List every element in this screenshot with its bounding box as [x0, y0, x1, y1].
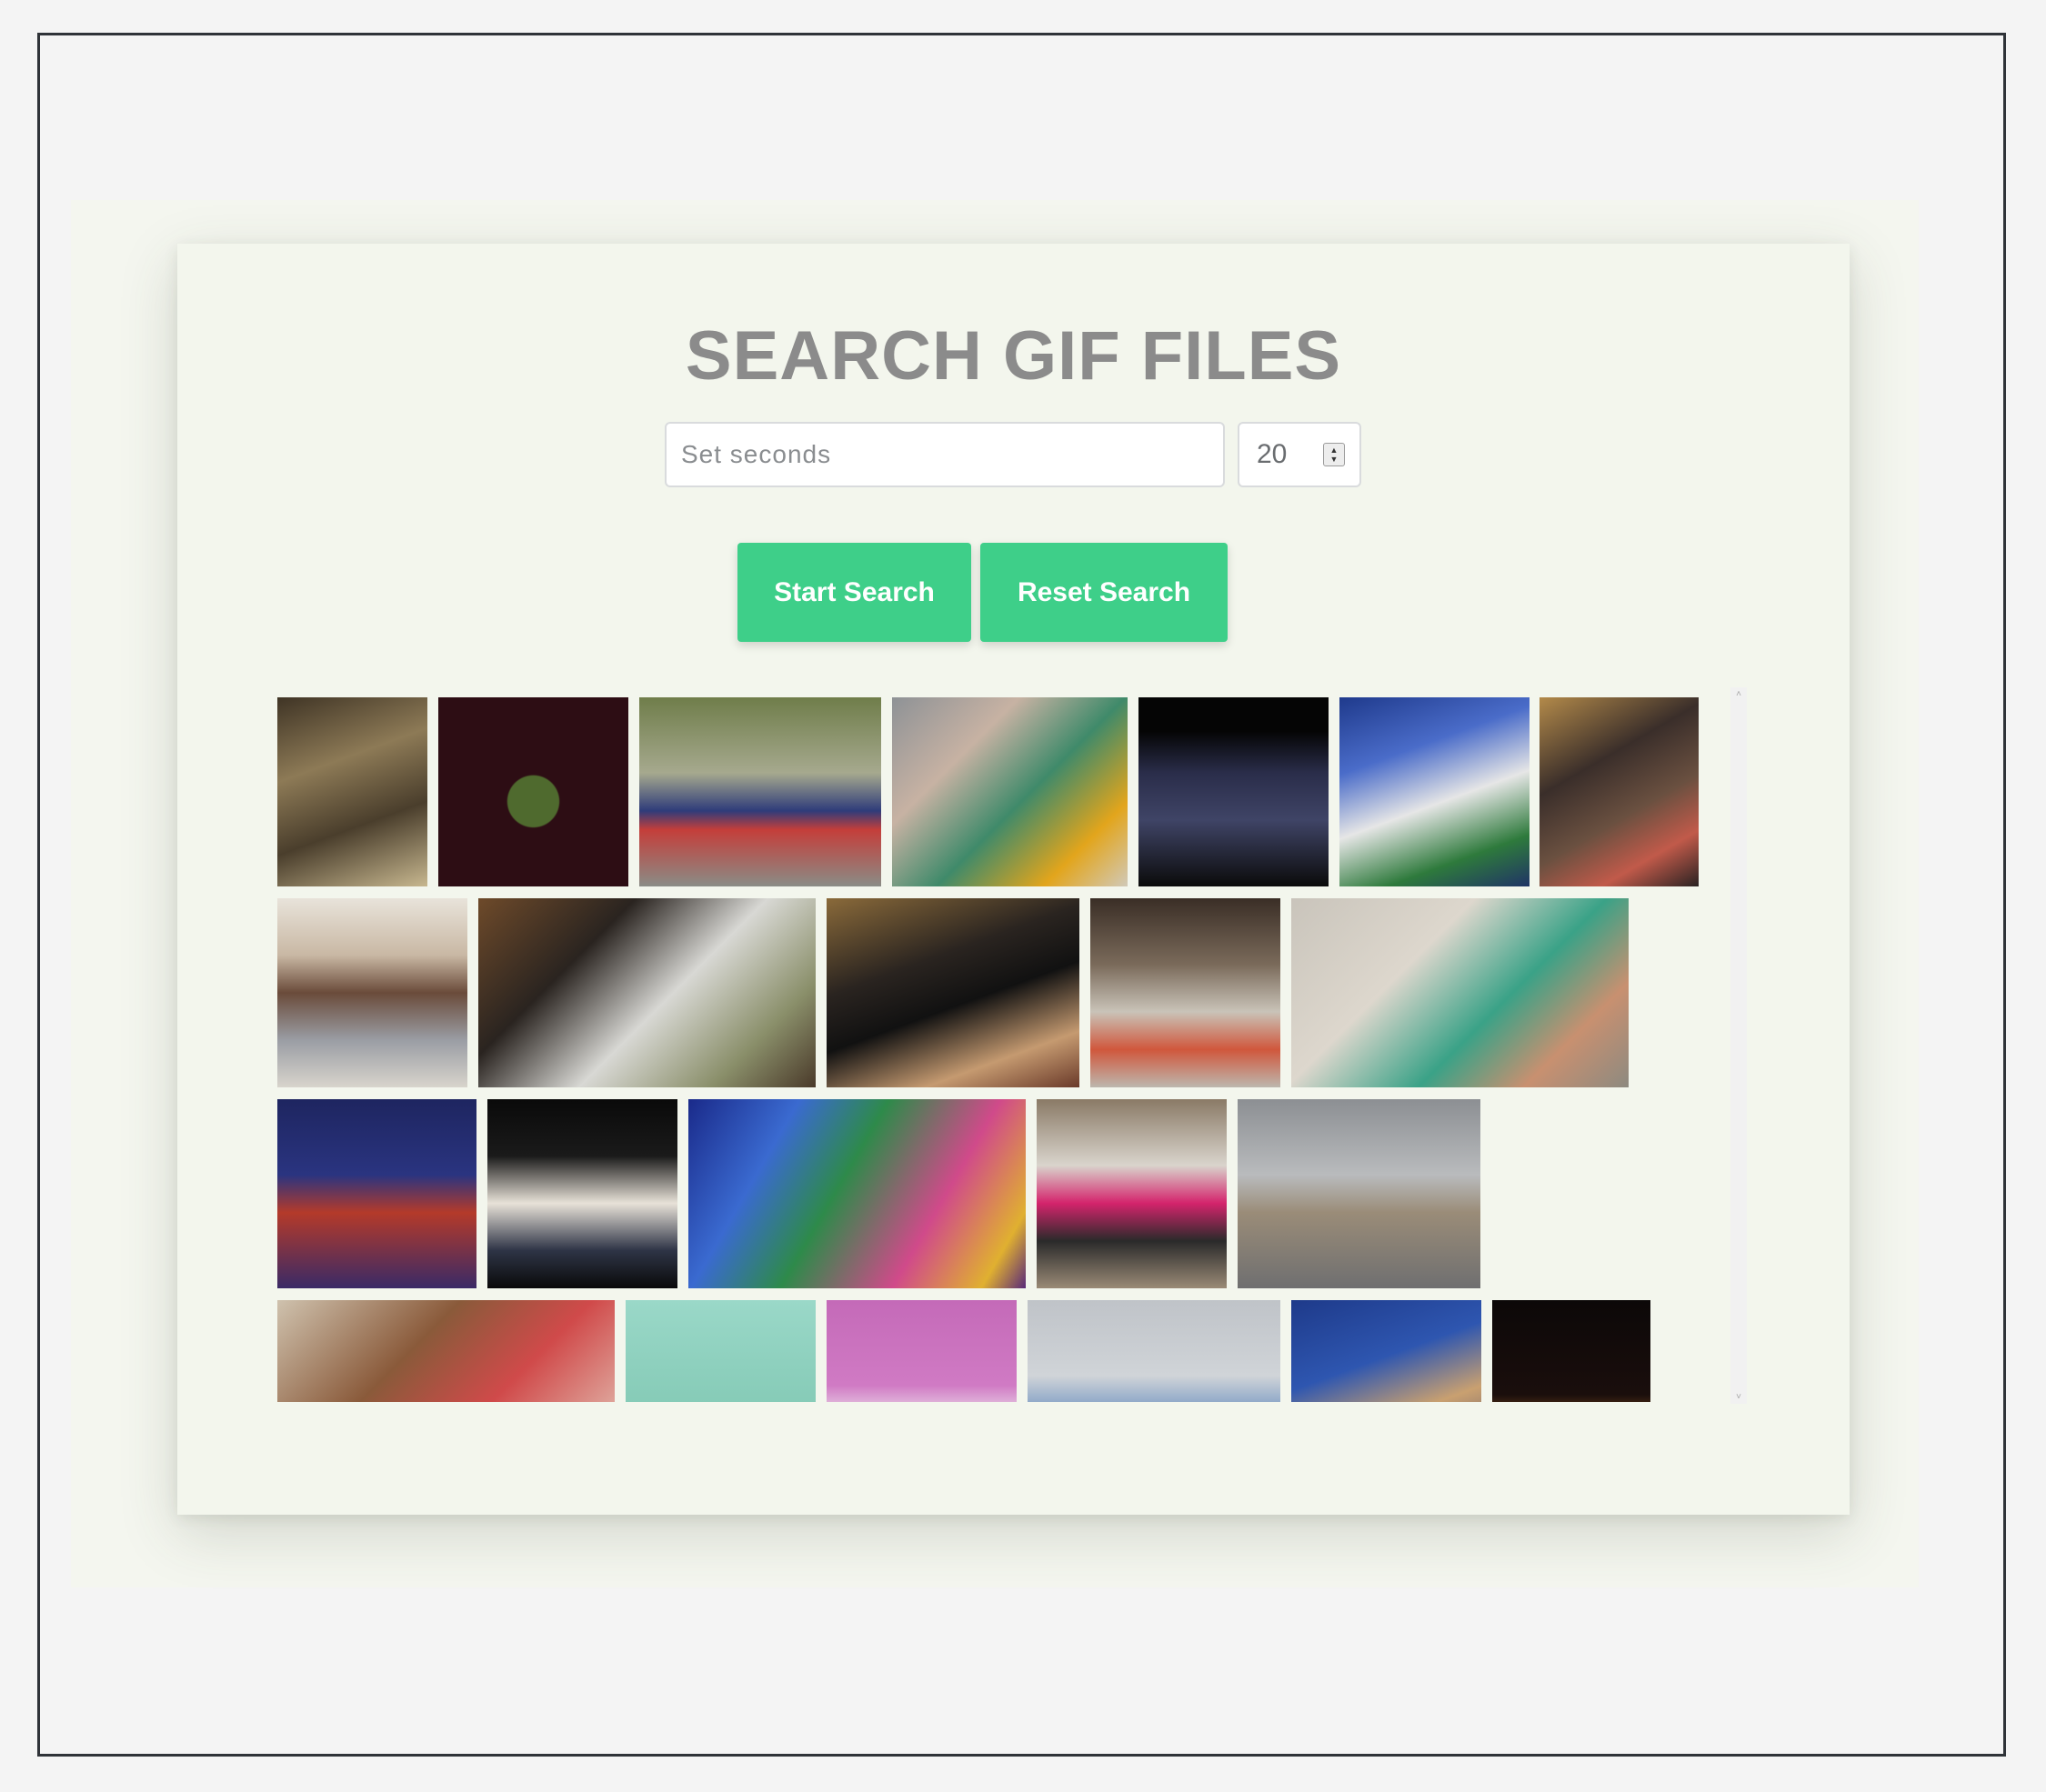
gif-thumbnail[interactable]	[827, 1300, 1017, 1402]
gallery-scrollbar[interactable]: ˄ ˅	[1730, 687, 1747, 1404]
gif-thumbnail[interactable]	[438, 697, 628, 886]
search-card: SEARCH GIF FILES Set seconds 20 ▲ ▼ Star…	[177, 244, 1850, 1515]
seconds-input[interactable]: Set seconds	[665, 422, 1225, 487]
start-search-button[interactable]: Start Search	[737, 543, 971, 642]
gif-thumbnail[interactable]	[827, 898, 1079, 1087]
number-input[interactable]: 20 ▲ ▼	[1238, 422, 1361, 487]
gif-thumbnail[interactable]	[1028, 1300, 1280, 1402]
gif-thumbnail[interactable]	[1037, 1099, 1227, 1288]
gif-thumbnail[interactable]	[1291, 1300, 1481, 1402]
spin-down-icon[interactable]: ▼	[1330, 455, 1339, 464]
gif-thumbnail[interactable]	[277, 1300, 615, 1402]
gif-thumbnail[interactable]	[1339, 697, 1529, 886]
gif-thumbnail[interactable]	[1090, 898, 1280, 1087]
gif-thumbnail[interactable]	[478, 898, 816, 1087]
reset-search-button[interactable]: Reset Search	[980, 543, 1228, 642]
gif-thumbnail[interactable]	[1238, 1099, 1480, 1288]
spin-up-icon[interactable]: ▲	[1330, 445, 1339, 455]
gif-thumbnail[interactable]	[626, 1300, 816, 1402]
gif-thumbnail[interactable]	[487, 1099, 677, 1288]
gif-thumbnail[interactable]	[892, 697, 1128, 886]
gif-thumbnail[interactable]	[277, 898, 467, 1087]
spinner-icon[interactable]: ▲ ▼	[1323, 443, 1345, 466]
gif-thumbnail[interactable]	[1492, 1300, 1650, 1402]
number-value: 20	[1257, 439, 1288, 469]
seconds-placeholder: Set seconds	[681, 440, 832, 468]
gif-gallery	[277, 697, 1714, 1402]
page-title: SEARCH GIF FILES	[685, 317, 1342, 395]
scroll-up-icon[interactable]: ˄	[1730, 689, 1747, 699]
gif-thumbnail[interactable]	[277, 1099, 476, 1288]
scroll-down-icon[interactable]: ˅	[1730, 1392, 1747, 1402]
gif-thumbnail[interactable]	[688, 1099, 1026, 1288]
gif-thumbnail[interactable]	[1540, 697, 1699, 886]
gif-thumbnail[interactable]	[1291, 898, 1629, 1087]
gif-thumbnail[interactable]	[277, 697, 427, 886]
gif-thumbnail[interactable]	[639, 697, 881, 886]
gif-thumbnail[interactable]	[1138, 697, 1329, 886]
